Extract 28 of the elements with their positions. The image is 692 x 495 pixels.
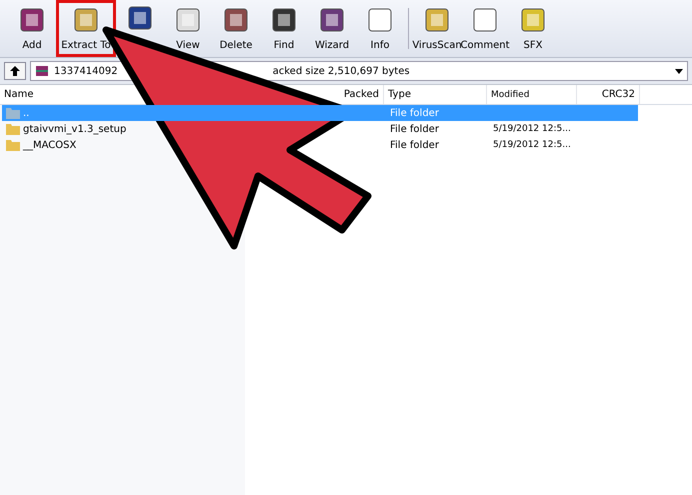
file-name: __MACOSX <box>23 140 76 150</box>
file-name: gtaivvmi_v1.3_setup <box>23 124 126 134</box>
file-name: .. <box>23 108 30 118</box>
toolbar-button[interactable]: Extract To <box>56 0 116 57</box>
up-arrow-icon <box>9 65 21 77</box>
toolbar-button[interactable]: Find <box>260 0 308 57</box>
file-row[interactable]: __MACOSX File folder 5/19/2012 12:5... <box>2 137 638 153</box>
toolbar-button[interactable]: Delete <box>212 0 260 57</box>
toolbar-button[interactable]: Wizard <box>308 0 356 57</box>
toolbar-button[interactable]: SFX <box>509 0 557 57</box>
file-type: File folder <box>389 124 440 134</box>
column-header[interactable]: Name <box>4 89 34 100</box>
toolbar-button[interactable]: Comment <box>461 0 509 57</box>
column-header[interactable]: Type <box>388 89 411 100</box>
toolbar-button[interactable]: Info <box>356 0 404 57</box>
modified-date: 5/19/2012 12:5... <box>493 124 571 134</box>
file-type: File folder <box>389 140 440 150</box>
file-row[interactable]: gtaivvmi_v1.3_setup File folder 5/19/2012 12:5... <box>2 121 638 137</box>
toolbar-button[interactable]: Add <box>8 0 56 57</box>
toolbar-button[interactable]: View <box>164 0 212 57</box>
file-type: File folder <box>389 108 440 118</box>
dropdown-arrow-icon <box>675 68 683 74</box>
column-header[interactable]: Packed <box>344 89 379 100</box>
up-folder-button[interactable] <box>4 62 26 80</box>
modified-date: 5/19/2012 12:5... <box>493 140 571 150</box>
column-header[interactable]: Modified <box>491 90 530 100</box>
column-header[interactable]: CRC32 <box>602 89 635 100</box>
toolbar-button[interactable]: VirusScan <box>413 0 461 57</box>
